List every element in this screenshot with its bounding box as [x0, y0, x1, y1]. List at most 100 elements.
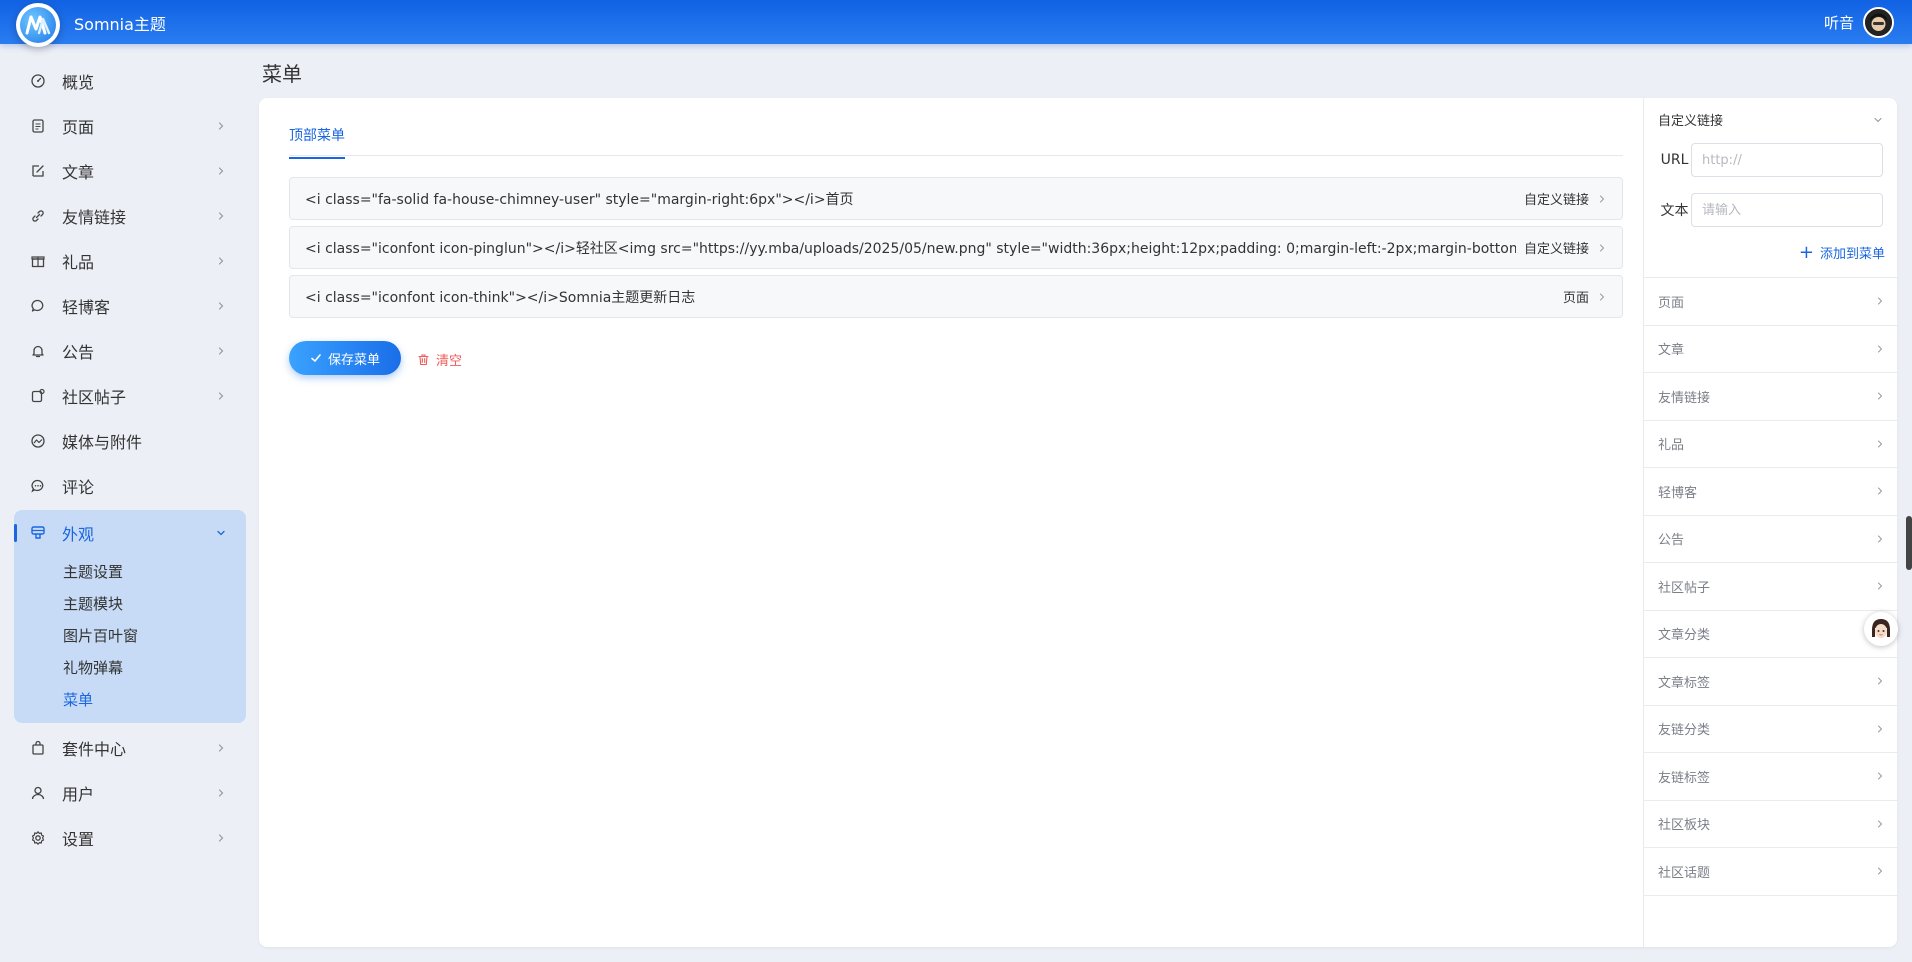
bell-icon	[30, 343, 46, 359]
chevron-right-icon	[214, 785, 228, 799]
dashboard-icon	[30, 73, 46, 89]
section-label: 公告	[1658, 533, 1685, 549]
section-label: 文章标签	[1658, 675, 1711, 691]
save-menu-label: 保存菜单	[327, 352, 380, 368]
sidebar-subitem[interactable]: 图片百叶窗	[14, 619, 246, 651]
add-items-pane: 自定义链接 URL 文本 + 添加到菜单 页面文章友情链接礼品轻博客公告社区帖子…	[1643, 98, 1897, 947]
add-source-section[interactable]: 公告	[1644, 516, 1897, 563]
section-label: 文章分类	[1658, 628, 1711, 644]
add-source-section[interactable]: 轻博客	[1644, 468, 1897, 516]
assistant-avatar[interactable]	[1864, 612, 1898, 646]
sidebar-item-gift[interactable]: 礼品	[14, 238, 246, 283]
menu-item-label: <i class="fa-solid fa-house-chimney-user…	[305, 191, 854, 208]
add-source-section[interactable]: 友链标签	[1644, 753, 1897, 801]
sidebar-item-label: 套件中心	[62, 739, 127, 759]
check-icon	[311, 354, 321, 362]
text-row: 文本	[1658, 193, 1883, 227]
section-label: 社区帖子	[1658, 580, 1711, 596]
add-to-menu-label: 添加到菜单	[1819, 247, 1885, 262]
appearance-icon	[30, 525, 46, 541]
menu-item-type: 页面	[1562, 291, 1589, 306]
chevron-right-icon	[1878, 297, 1883, 305]
page-title: 菜单	[262, 62, 302, 86]
text-input[interactable]	[1691, 193, 1883, 227]
app-title: Somnia主题	[74, 15, 166, 34]
chevron-right-icon	[214, 298, 228, 312]
add-source-section[interactable]: 社区帖子	[1644, 563, 1897, 611]
menu-item-list: <i class="fa-solid fa-house-chimney-user…	[289, 177, 1623, 324]
comment-icon	[30, 478, 46, 494]
user-name[interactable]: 听音	[1824, 12, 1854, 33]
sidebar-item-bell[interactable]: 公告	[14, 328, 246, 373]
sidebar-item-comment[interactable]: 评论	[14, 463, 246, 508]
sidebar-item-media[interactable]: 媒体与附件	[14, 418, 246, 463]
plus-icon: +	[1798, 242, 1814, 263]
sidebar-item-chat-bubble[interactable]: 轻博客	[14, 283, 246, 328]
sidebar-subitem[interactable]: 主题模块	[14, 587, 246, 619]
add-source-section[interactable]: 友情链接	[1644, 373, 1897, 421]
sidebar-item-label: 外观	[62, 524, 95, 544]
sidebar-subitem[interactable]: 菜单	[14, 683, 246, 715]
section-label: 友链分类	[1658, 723, 1711, 739]
user-avatar[interactable]	[1863, 7, 1894, 38]
section-label: 社区板块	[1658, 818, 1711, 834]
sidebar-item-bag[interactable]: 套件中心	[14, 725, 246, 770]
sidebar-item-link[interactable]: 友情链接	[14, 193, 246, 238]
menu-item-row[interactable]: <i class="fa-solid fa-house-chimney-user…	[289, 177, 1623, 220]
sidebar-item-label: 友情链接	[62, 207, 127, 227]
chevron-right-icon	[214, 388, 228, 402]
add-source-section[interactable]: 社区板块	[1644, 801, 1897, 848]
add-source-section[interactable]: 文章标签	[1644, 658, 1897, 706]
chevron-right-icon	[1600, 244, 1605, 251]
menu-item-row[interactable]: <i class="iconfont icon-pinglun"></i>轻社区…	[289, 226, 1623, 269]
chevron-right-icon	[1878, 582, 1883, 590]
chevron-right-icon	[1878, 772, 1883, 780]
sidebar-item-dashboard[interactable]: 概览	[14, 58, 246, 103]
sidebar-item-appearance[interactable]: 外观	[14, 510, 246, 555]
chevron-right-icon	[1878, 725, 1883, 733]
url-label: URL	[1660, 152, 1689, 168]
sidebar-subitem[interactable]: 礼物弹幕	[14, 651, 246, 683]
sidebar-item-user[interactable]: 用户	[14, 770, 246, 815]
add-source-section[interactable]: 文章分类	[1644, 611, 1897, 658]
logo[interactable]	[16, 3, 60, 47]
url-input[interactable]	[1691, 143, 1883, 177]
edge-scroll-handle[interactable]	[1906, 516, 1912, 570]
section-label: 页面	[1658, 295, 1685, 311]
add-source-section[interactable]: 社区话题	[1644, 848, 1897, 896]
sidebar-subitem[interactable]: 主题设置	[14, 555, 246, 587]
active-indicator	[14, 524, 17, 542]
sidebar-item-page[interactable]: 页面	[14, 103, 246, 148]
add-source-section[interactable]: 文章	[1644, 326, 1897, 373]
sidebar-item-label: 媒体与附件	[62, 432, 143, 452]
add-source-section[interactable]: 礼品	[1644, 421, 1897, 468]
sidebar-item-label: 社区帖子	[62, 387, 127, 407]
page-icon	[30, 118, 46, 134]
add-to-menu-button[interactable]: + 添加到菜单	[1798, 242, 1885, 263]
sidebar-item-post[interactable]: 社区帖子	[14, 373, 246, 418]
chevron-right-icon	[1878, 487, 1883, 495]
menu-item-row[interactable]: <i class="iconfont icon-think"></i>Somni…	[289, 275, 1623, 318]
sidebar-item-edit[interactable]: 文章	[14, 148, 246, 193]
sidebar-item-label: 轻博客	[62, 297, 111, 317]
clear-menu-button[interactable]: 清空	[417, 350, 462, 369]
add-source-section[interactable]: 友链分类	[1644, 706, 1897, 753]
menu-item-label: <i class="iconfont icon-think"></i>Somni…	[305, 289, 696, 306]
sidebar-item-gear[interactable]: 设置	[14, 815, 246, 860]
chevron-right-icon	[1878, 535, 1883, 543]
edit-icon	[30, 163, 46, 179]
top-bar: Somnia主题 听音	[0, 0, 1912, 47]
chevron-right-icon	[1878, 867, 1883, 875]
custom-link-header[interactable]: 自定义链接	[1658, 110, 1883, 129]
trash-icon	[418, 354, 429, 366]
save-menu-button[interactable]: 保存菜单	[289, 341, 401, 375]
gear-icon	[30, 830, 46, 846]
menu-item-label: <i class="iconfont icon-pinglun"></i>轻社区…	[305, 240, 1516, 257]
tab-top-menu[interactable]: 顶部菜单	[289, 125, 345, 159]
chevron-right-icon	[214, 253, 228, 267]
chevron-right-icon	[1878, 440, 1883, 448]
clear-menu-label: 清空	[436, 354, 463, 369]
add-source-section[interactable]: 页面	[1644, 278, 1897, 326]
text-label: 文本	[1660, 203, 1689, 219]
menu-tabs: 顶部菜单	[289, 98, 1623, 159]
